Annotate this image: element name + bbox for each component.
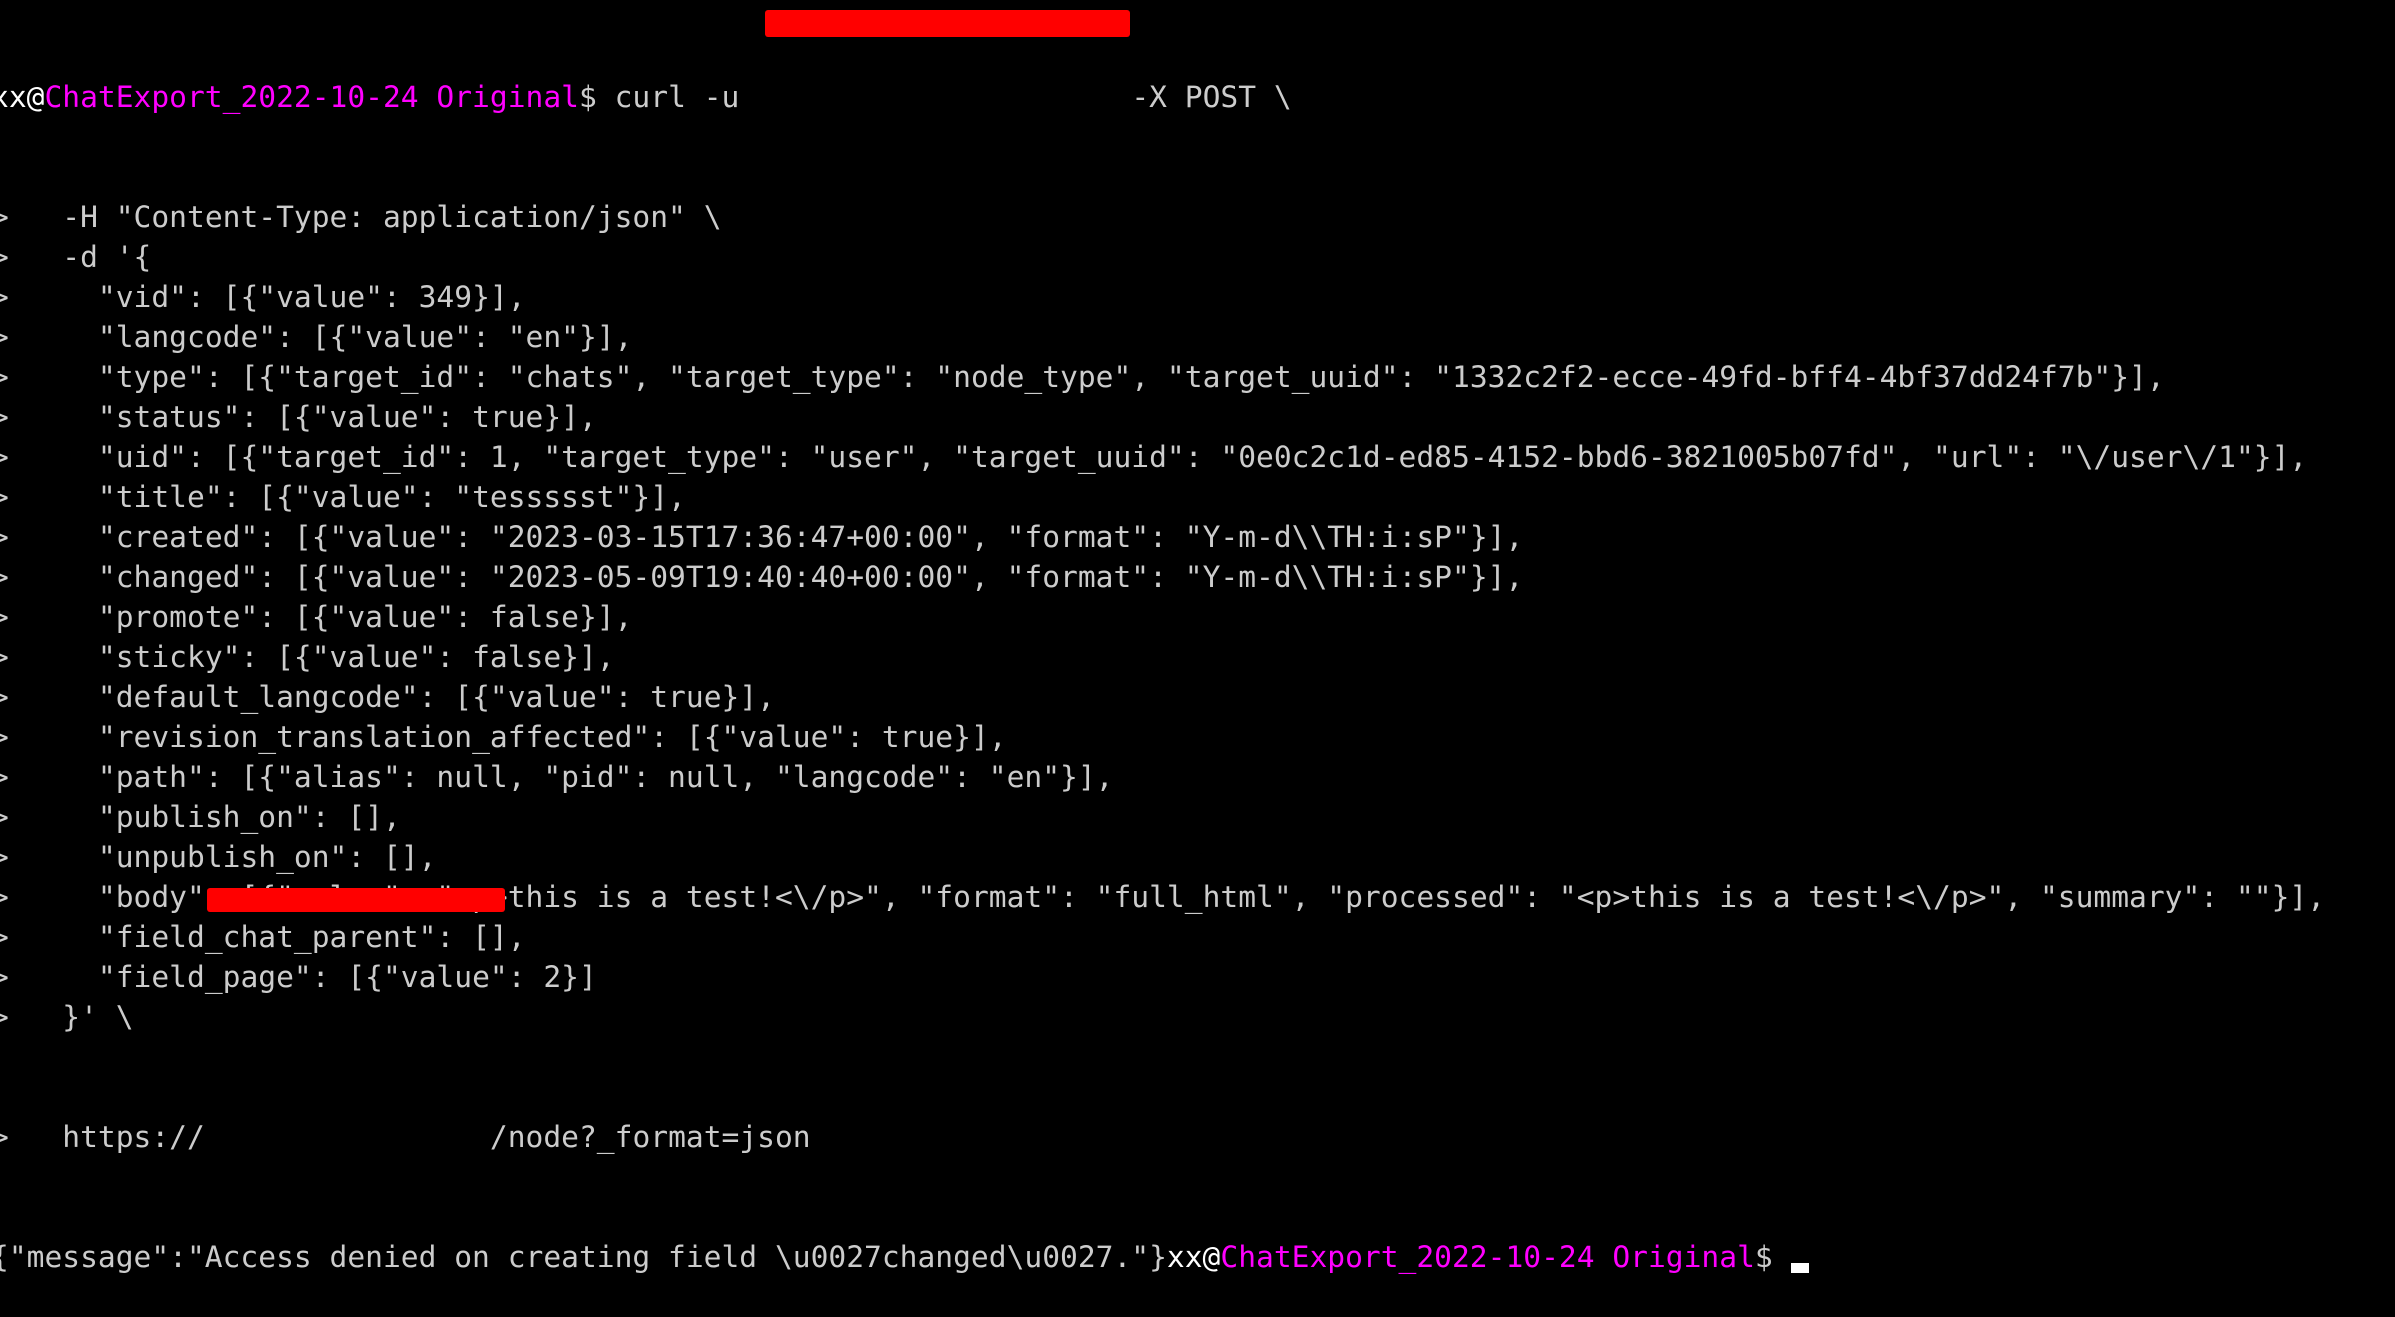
terminal-output[interactable]: xx@ChatExport_2022-10-24 Original$ curl … — [0, 0, 2325, 1317]
continuation-marker: > — [0, 920, 9, 954]
command-continuation-line: > "created": [{"value": "2023-03-15T17:3… — [0, 517, 2325, 557]
command-line-text: "default_langcode": [{"value": true}], — [8, 680, 775, 714]
command-continuation-line: > "type": [{"target_id": "chats", "targe… — [0, 357, 2325, 397]
prompt-directory: ChatExport_2022-10-24 Original — [1220, 1240, 1755, 1274]
continuation-marker: > — [0, 960, 9, 994]
continuation-marker: > — [0, 1000, 9, 1034]
continuation-marker: > — [0, 800, 9, 834]
command-line-text: "changed": [{"value": "2023-05-09T19:40:… — [8, 560, 1524, 594]
command-continuation-line: > "changed": [{"value": "2023-05-09T19:4… — [0, 557, 2325, 597]
command-continuation-line: > "default_langcode": [{"value": true}], — [0, 677, 2325, 717]
command-continuation-line: > "field_page": [{"value": 2}] — [0, 957, 2325, 997]
command-line-text: "langcode": [{"value": "en"}], — [8, 320, 633, 354]
command-continuation-line: > "sticky": [{"value": false}], — [0, 637, 2325, 677]
continuation-marker: > — [0, 560, 9, 594]
command-continuation-line: > -H "Content-Type: application/json" \ — [0, 197, 2325, 237]
command-continuation-line: > -d '{ — [0, 237, 2325, 277]
continuation-marker: > — [0, 440, 9, 474]
command-line-text: "publish_on": [], — [8, 800, 401, 834]
command-line-text: }' \ — [8, 1000, 134, 1034]
prompt-directory: ChatExport_2022-10-24 Original — [44, 80, 579, 114]
redaction-box-credentials — [765, 10, 1130, 37]
command-continuation-line: > "path": [{"alias": null, "pid": null, … — [0, 757, 2325, 797]
command-line-first: xx@ChatExport_2022-10-24 Original$ curl … — [0, 77, 2325, 117]
continuation-marker: > — [0, 1120, 9, 1154]
command-line-text: "path": [{"alias": null, "pid": null, "l… — [8, 760, 1114, 794]
command-line-text: "field_page": [{"value": 2}] — [8, 960, 597, 994]
continuation-marker: > — [0, 880, 9, 914]
continuation-marker: > — [0, 840, 9, 874]
command-continuation-line: > }' \ — [0, 997, 2325, 1037]
command-continuation-line: > "revision_translation_affected": [{"va… — [0, 717, 2325, 757]
command-text: curl -u — [596, 80, 758, 114]
prompt-user: xx@ — [0, 80, 45, 114]
command-url-line: > https:// /node?_format=json — [0, 1117, 2325, 1157]
command-line-text: "type": [{"target_id": "chats", "target_… — [8, 360, 2165, 394]
url-suffix: /node?_format=json — [489, 1120, 811, 1154]
command-continuation-line: > "promote": [{"value": false}], — [0, 597, 2325, 637]
command-line-text: "revision_translation_affected": [{"valu… — [8, 720, 1007, 754]
response-line: {"message":"Access denied on creating fi… — [0, 1237, 2325, 1277]
continuation-marker: > — [0, 760, 9, 794]
response-message: {"message":"Access denied on creating fi… — [0, 1240, 1167, 1274]
command-line-text: "created": [{"value": "2023-03-15T17:36:… — [8, 520, 1524, 554]
command-line-text: "status": [{"value": true}], — [8, 400, 597, 434]
command-text-tail: -X POST \ — [1113, 80, 1292, 114]
continuation-marker: > — [0, 480, 9, 514]
redaction-box-host — [207, 888, 505, 912]
command-line-text: "unpublish_on": [], — [8, 840, 437, 874]
command-line-text: "title": [{"value": "tessssst"}], — [8, 480, 686, 514]
command-line-text: -H "Content-Type: application/json" \ — [8, 200, 722, 234]
command-line-text: "field_chat_parent": [], — [8, 920, 526, 954]
redacted-credentials — [757, 80, 1113, 114]
continuation-marker: > — [0, 240, 9, 274]
command-line-text: "sticky": [{"value": false}], — [8, 640, 615, 674]
redacted-host — [205, 1120, 490, 1154]
prompt-user: xx@ — [1166, 1240, 1221, 1274]
continuation-marker: > — [0, 200, 9, 234]
command-continuation-line: > "field_chat_parent": [], — [0, 917, 2325, 957]
continuation-marker: > — [0, 320, 9, 354]
continuation-marker: > — [0, 360, 9, 394]
text-cursor — [1790, 1263, 1809, 1273]
command-continuation-line: > "publish_on": [], — [0, 797, 2325, 837]
continuation-marker: > — [0, 720, 9, 754]
command-continuation-line: > "langcode": [{"value": "en"}], — [0, 317, 2325, 357]
prompt-symbol: $ — [578, 80, 597, 114]
command-line-text: "promote": [{"value": false}], — [8, 600, 633, 634]
command-line-text: "uid": [{"target_id": 1, "target_type": … — [8, 440, 2308, 474]
continuation-marker: > — [0, 600, 9, 634]
command-continuation-line: > "unpublish_on": [], — [0, 837, 2325, 877]
continuation-marker: > — [0, 520, 9, 554]
command-continuation-line: > "vid": [{"value": 349}], — [0, 277, 2325, 317]
command-continuation-line: > "title": [{"value": "tessssst"}], — [0, 477, 2325, 517]
continuation-marker: > — [0, 680, 9, 714]
continuation-marker: > — [0, 640, 9, 674]
url-prefix: https:// — [8, 1120, 205, 1154]
command-continuation-line: > "status": [{"value": true}], — [0, 397, 2325, 437]
prompt-symbol: $ — [1754, 1240, 1773, 1274]
command-line-text: -d '{ — [8, 240, 152, 274]
continuation-marker: > — [0, 280, 9, 314]
command-continuation-line: > "uid": [{"target_id": 1, "target_type"… — [0, 437, 2325, 477]
command-line-text: "vid": [{"value": 349}], — [8, 280, 526, 314]
continuation-marker: > — [0, 400, 9, 434]
